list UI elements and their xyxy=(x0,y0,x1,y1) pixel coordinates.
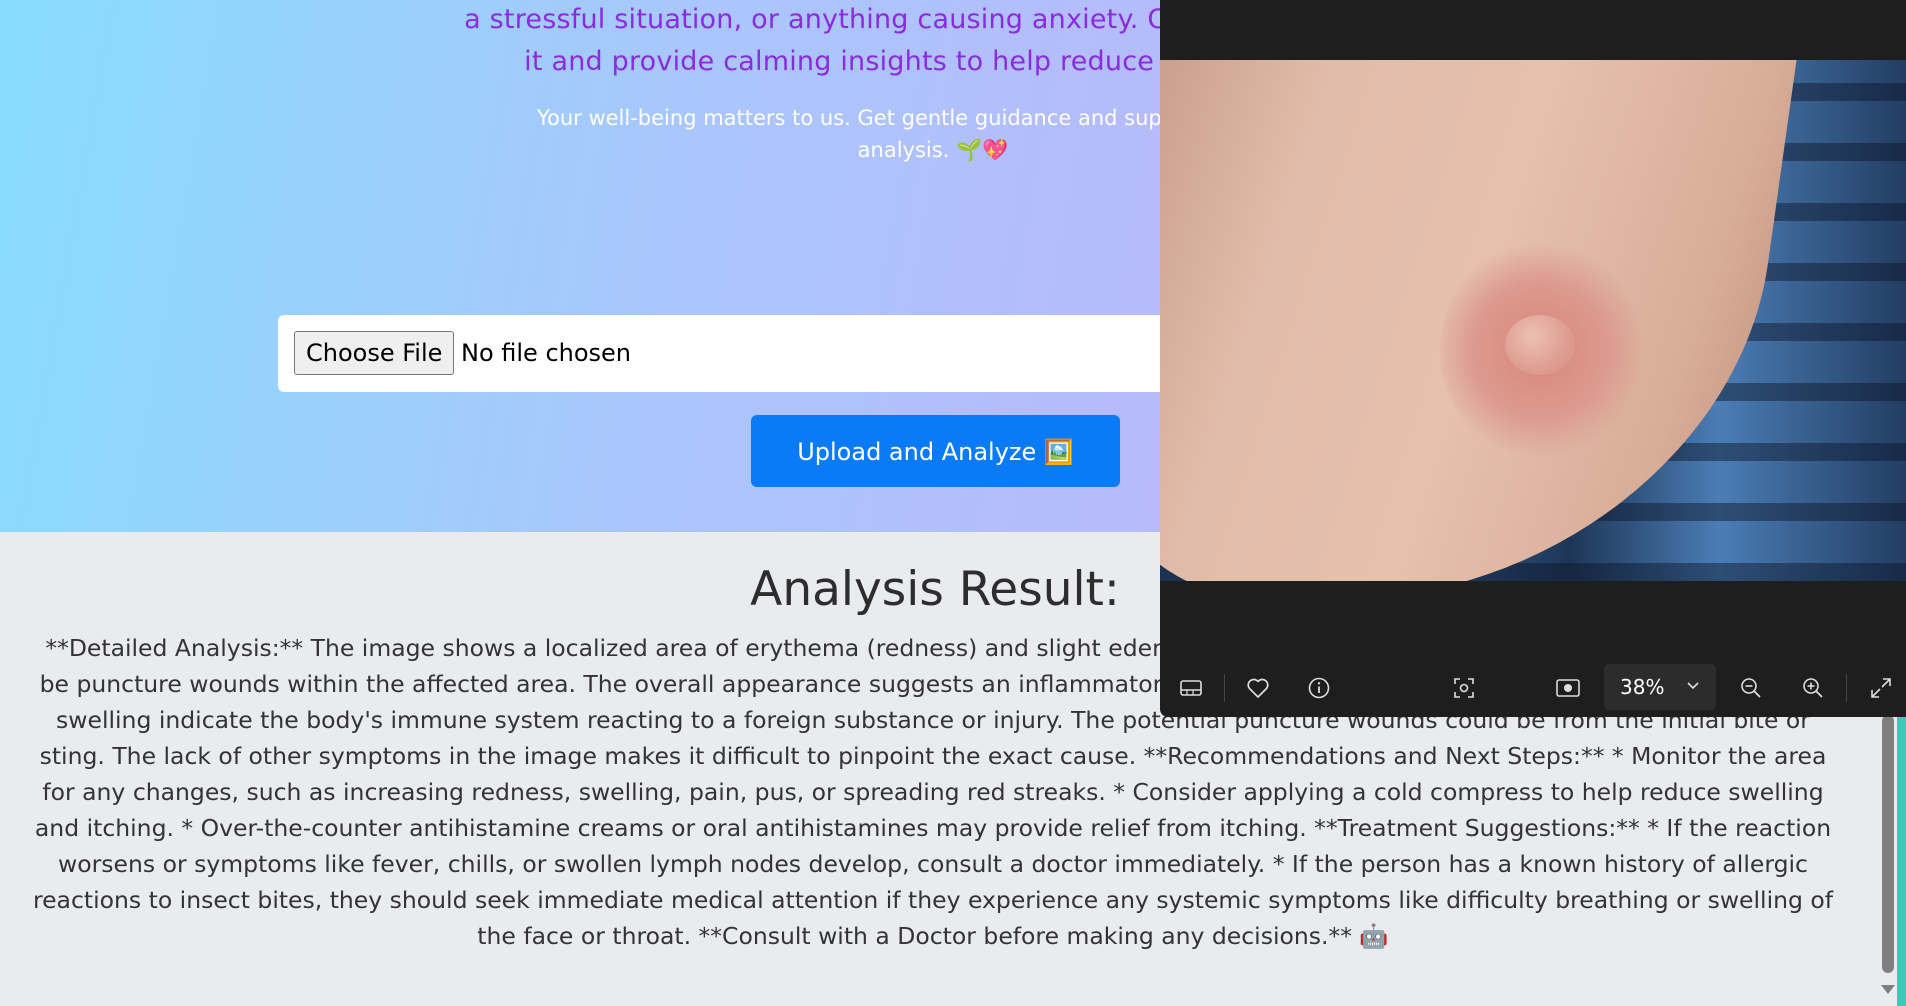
visual-search-icon[interactable] xyxy=(1446,670,1482,706)
slideshow-icon[interactable] xyxy=(1550,670,1586,706)
zoom-level-dropdown[interactable]: 38% xyxy=(1604,664,1716,710)
heart-icon[interactable] xyxy=(1240,670,1276,706)
zoom-in-icon[interactable] xyxy=(1795,670,1831,706)
zoom-level-value: 38% xyxy=(1620,675,1665,699)
page-scrollbar[interactable] xyxy=(1879,715,1897,1006)
upload-and-analyze-button[interactable]: Upload and Analyze 🖼️ xyxy=(751,415,1120,487)
viewer-image xyxy=(1160,60,1906,581)
scrollbar-thumb[interactable] xyxy=(1882,715,1894,973)
file-status-text: No file chosen xyxy=(461,339,632,367)
fullscreen-icon[interactable] xyxy=(1863,670,1899,706)
filmstrip-icon[interactable] xyxy=(1173,670,1209,706)
scroll-down-arrow-icon[interactable] xyxy=(1881,985,1895,994)
info-icon[interactable] xyxy=(1301,670,1337,706)
photo-viewer-window: 38% xyxy=(1160,0,1906,717)
viewer-toolbar: 38% xyxy=(1160,662,1906,714)
choose-file-button[interactable]: Choose File xyxy=(294,331,455,375)
chevron-down-icon xyxy=(1687,682,1699,690)
zoom-out-icon[interactable] xyxy=(1733,670,1769,706)
